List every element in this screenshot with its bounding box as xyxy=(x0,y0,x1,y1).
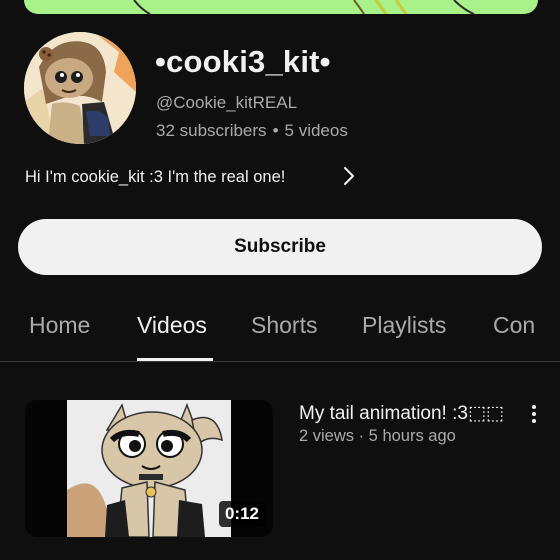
video-count: 5 videos xyxy=(284,121,348,140)
channel-stats: 32 subscribers • 5 videos xyxy=(156,121,348,141)
channel-handle: @Cookie_kitREAL xyxy=(156,93,298,112)
video-duration: 0:12 xyxy=(218,501,265,527)
channel-banner[interactable] xyxy=(24,0,538,14)
channel-avatar[interactable] xyxy=(24,32,136,144)
channel-bio[interactable]: Hi I'm cookie_kit :3 I'm the real one! xyxy=(25,166,365,188)
chevron-right-icon[interactable] xyxy=(339,164,359,188)
channel-tabs: Home Videos Shorts Playlists Con xyxy=(0,300,560,362)
subscribe-button[interactable]: Subscribe xyxy=(18,219,542,275)
tab-community[interactable]: Con xyxy=(493,312,535,339)
subscriber-count: 32 subscribers xyxy=(156,121,267,140)
video-meta: 2 views · 5 hours ago xyxy=(299,427,456,445)
tab-videos[interactable]: Videos xyxy=(137,312,207,339)
video-thumbnail[interactable]: 0:12 xyxy=(25,400,273,537)
channel-name: •cooki3_kit• xyxy=(155,44,331,79)
tab-playlists[interactable]: Playlists xyxy=(362,312,446,339)
video-title[interactable]: My tail animation! :3⬚⬚ xyxy=(299,402,504,425)
tab-home[interactable]: Home xyxy=(29,312,90,339)
stats-separator: • xyxy=(272,121,279,140)
thumbnail-art xyxy=(67,400,231,537)
more-vertical-icon[interactable] xyxy=(526,402,542,426)
tabs-divider xyxy=(0,361,560,362)
tab-shorts[interactable]: Shorts xyxy=(251,312,317,339)
